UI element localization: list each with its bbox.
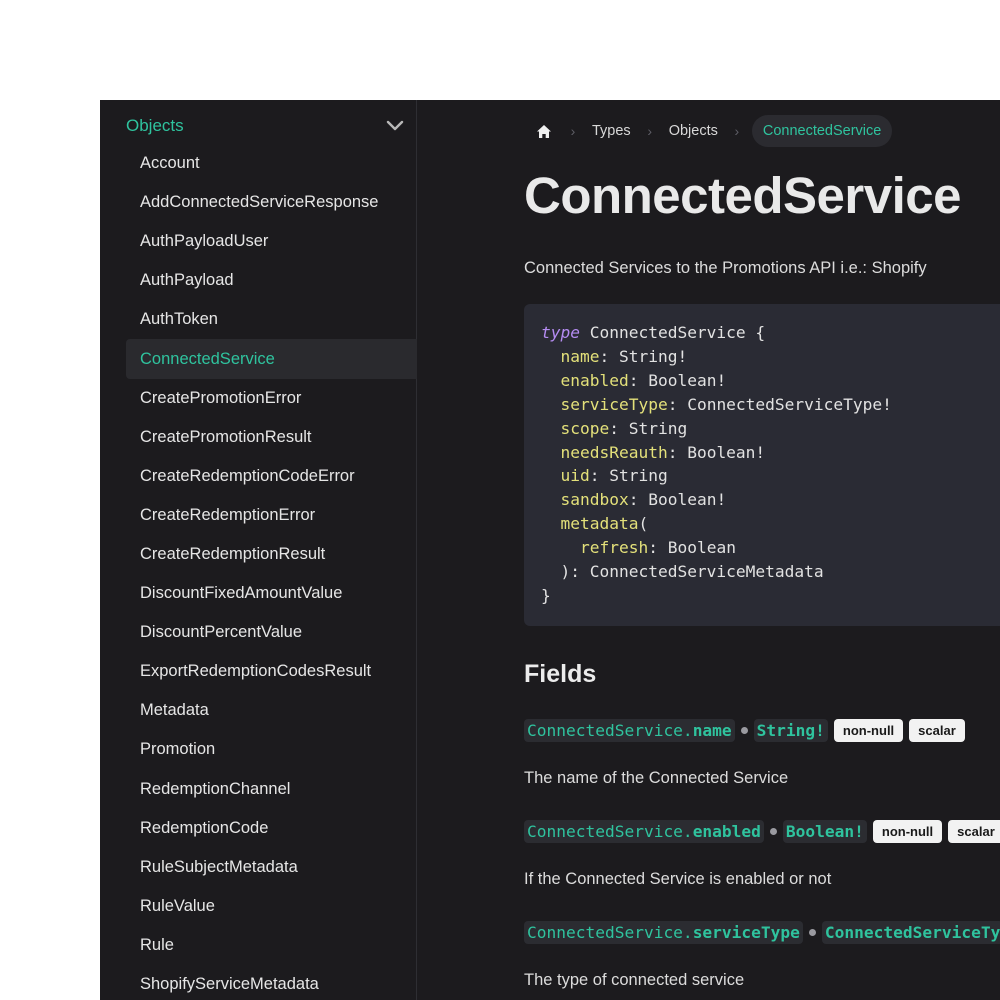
sidebar-item-promotion[interactable]: Promotion [126, 730, 417, 769]
sidebar-item-account[interactable]: Account [126, 144, 417, 183]
code-field-name: serviceType [560, 394, 668, 414]
code-field-name: sandbox [560, 490, 629, 510]
sidebar: Objects Account AddConnectedServiceRespo… [100, 100, 417, 1000]
scalar-badge: scalar [909, 718, 965, 742]
breadcrumb-current[interactable]: ConnectedService [751, 115, 893, 147]
sidebar-item-auth-payload[interactable]: AuthPayload [126, 261, 417, 300]
page-description: Connected Services to the Promotions API… [524, 259, 927, 277]
code-return-type: ConnectedServiceMetadata [589, 562, 824, 582]
separator-dot [808, 928, 816, 936]
field-type-chip[interactable]: String! [753, 718, 828, 742]
code-keyword: type [541, 323, 580, 342]
sidebar-item-discount-fixed-amount-value[interactable]: DiscountFixedAmountValue [126, 574, 417, 613]
field-prefix: ConnectedService. [527, 720, 693, 740]
code-field-name: needsReauth [560, 442, 668, 462]
field-description: The name of the Connected Service [524, 769, 789, 787]
separator-dot [769, 827, 777, 835]
separator-dot [740, 726, 748, 734]
sidebar-item-export-redemption-codes-result[interactable]: ExportRedemptionCodesResult [126, 652, 417, 691]
page-title: ConnectedService [524, 167, 962, 224]
field-description: The type of connected service [524, 971, 745, 989]
code-arg-name: refresh [579, 538, 649, 558]
field-prefix: ConnectedService. [527, 922, 693, 942]
sidebar-item-redemption-channel[interactable]: RedemptionChannel [126, 770, 417, 809]
non-null-badge: non-null [872, 819, 943, 843]
sidebar-section-objects[interactable]: Objects [126, 114, 406, 138]
chevron-down-icon[interactable] [384, 115, 406, 137]
sidebar-item-create-promotion-result[interactable]: CreatePromotionResult [126, 418, 417, 457]
chevron-right-icon: › [570, 123, 576, 139]
sidebar-list: Account AddConnectedServiceResponse Auth… [126, 144, 417, 1000]
non-null-badge: non-null [833, 718, 904, 742]
scalar-badge: scalar [948, 819, 1000, 843]
code-field-name: enabled [560, 370, 629, 390]
field-signature: ConnectedService.enabled Boolean! non-nu… [524, 819, 1000, 843]
sidebar-item-auth-token[interactable]: AuthToken [126, 300, 417, 339]
fields-heading: Fields [524, 660, 597, 688]
sidebar-item-add-connected-service-response[interactable]: AddConnectedServiceResponse [126, 183, 417, 222]
code-field-type: Boolean! [687, 442, 766, 462]
breadcrumb-objects[interactable]: Objects [665, 123, 722, 139]
chevron-right-icon: › [647, 123, 653, 139]
sidebar-item-connected-service[interactable]: ConnectedService [126, 339, 417, 379]
code-block: type ConnectedService { name: String! en… [524, 304, 1000, 626]
breadcrumb: › Types › Objects › ConnectedService [530, 114, 893, 148]
sidebar-item-metadata[interactable]: Metadata [126, 691, 417, 730]
chevron-right-icon: › [734, 123, 740, 139]
field-name: enabled [692, 821, 761, 841]
code-field-type: String [609, 466, 668, 486]
field-name-chip[interactable]: ConnectedService.enabled [524, 819, 764, 843]
field-type-chip[interactable]: ConnectedServiceTy [821, 920, 1000, 944]
sidebar-item-create-redemption-error[interactable]: CreateRedemptionError [126, 496, 417, 535]
sidebar-item-rule-value[interactable]: RuleValue [126, 887, 417, 926]
sidebar-item-create-redemption-code-error[interactable]: CreateRedemptionCodeError [126, 457, 417, 496]
field-name: name [692, 720, 732, 740]
sidebar-item-auth-payload-user[interactable]: AuthPayloadUser [126, 222, 417, 261]
field-type-chip[interactable]: Boolean! [782, 819, 867, 843]
code-arg-type: Boolean [667, 538, 736, 558]
code-field-type: String! [618, 346, 688, 366]
field-signature: ConnectedService.name String! non-null s… [524, 718, 965, 742]
field-description: If the Connected Service is enabled or n… [524, 870, 832, 888]
sidebar-item-rule-subject-metadata[interactable]: RuleSubjectMetadata [126, 848, 417, 887]
sidebar-item-rule[interactable]: Rule [126, 926, 417, 965]
sidebar-item-create-redemption-result[interactable]: CreateRedemptionResult [126, 535, 417, 574]
field-name-chip[interactable]: ConnectedService.serviceType [524, 920, 803, 944]
field-signature: ConnectedService.serviceType ConnectedSe… [524, 920, 1000, 944]
sidebar-item-shopify-service-metadata[interactable]: ShopifyServiceMetadata [126, 965, 417, 1000]
home-icon[interactable] [530, 117, 558, 145]
code-field-type: Boolean! [648, 490, 727, 510]
main-content: › Types › Objects › ConnectedService Con… [418, 100, 1000, 1000]
code-field-type: ConnectedServiceType! [687, 394, 892, 414]
code-field-name: scope [560, 418, 610, 438]
sidebar-section-title: Objects [126, 116, 184, 135]
code-field-name: name [560, 346, 600, 366]
code-field-name: uid [560, 466, 590, 486]
code-method-name: metadata [560, 514, 639, 534]
breadcrumb-types[interactable]: Types [588, 123, 635, 139]
sidebar-item-redemption-code[interactable]: RedemptionCode [126, 809, 417, 848]
field-prefix: ConnectedService. [527, 821, 693, 841]
code-type-name: ConnectedService [589, 323, 746, 342]
docs-window: Objects Account AddConnectedServiceRespo… [100, 100, 1000, 1000]
code-field-type: String [628, 418, 688, 438]
sidebar-item-discount-percent-value[interactable]: DiscountPercentValue [126, 613, 417, 652]
code-field-type: Boolean! [648, 370, 727, 390]
sidebar-item-create-promotion-error[interactable]: CreatePromotionError [126, 379, 417, 418]
field-name: serviceType [692, 922, 800, 942]
field-name-chip[interactable]: ConnectedService.name [524, 718, 735, 742]
